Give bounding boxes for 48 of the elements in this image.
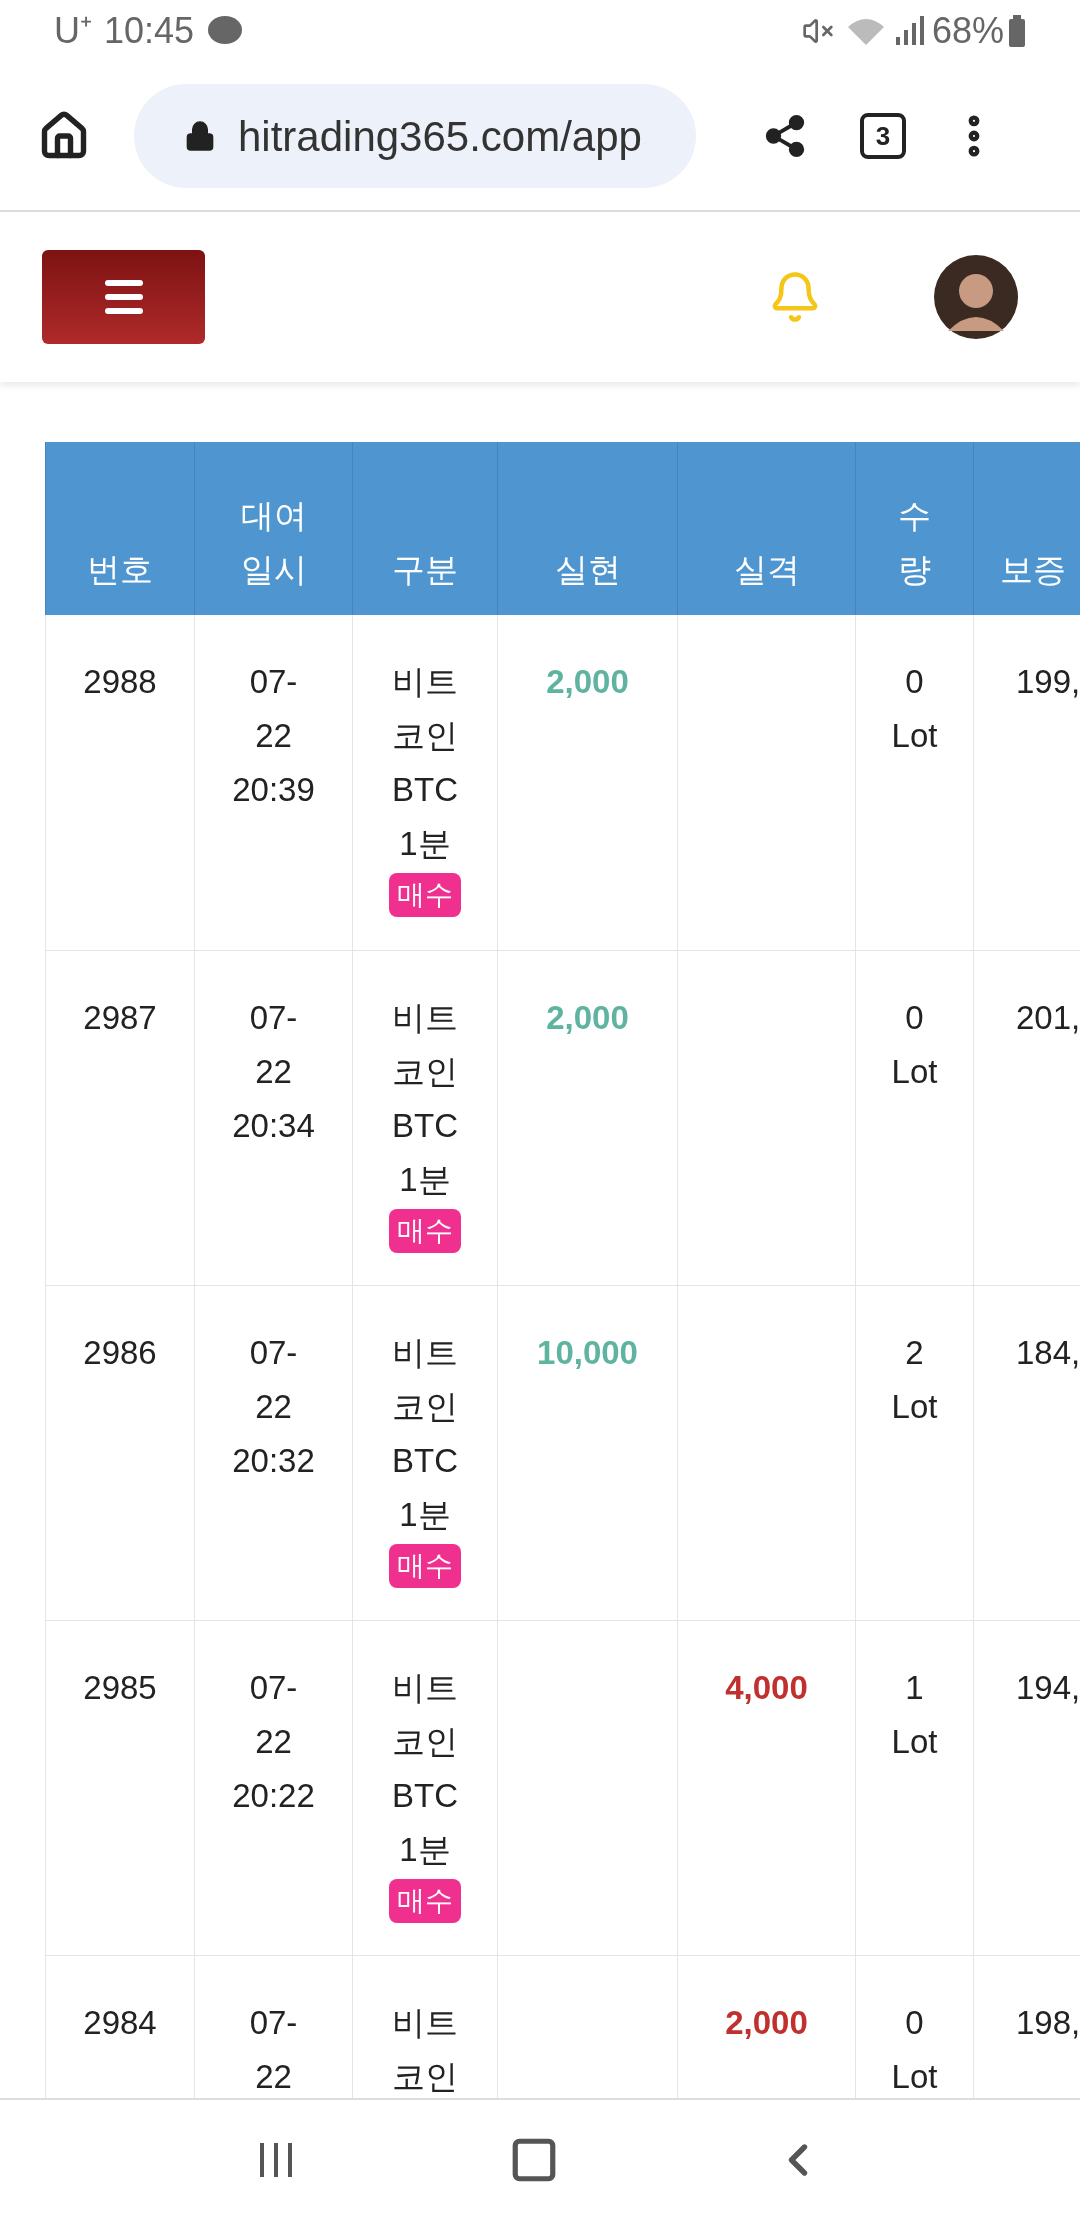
table-cell: 1 Lot bbox=[855, 1620, 974, 1955]
table-cell: 07- 22 20:32 bbox=[194, 1285, 353, 1620]
table-cell: 184, bbox=[973, 1285, 1080, 1620]
table-cell: 07- 22 20:39 bbox=[194, 615, 353, 950]
column-header: 수 량 bbox=[855, 442, 974, 615]
battery-icon bbox=[1008, 15, 1026, 47]
carrier-label: U⁺ bbox=[54, 9, 92, 53]
category-text: 비트 코인 BTC 1분 bbox=[392, 1667, 458, 1870]
battery-percent: 68% bbox=[931, 9, 1004, 53]
loss-amount: 4,000 bbox=[725, 1668, 808, 1706]
lock-icon bbox=[184, 120, 216, 152]
category-text: 비트 코인 bbox=[392, 2002, 458, 2097]
table-cell: 2985 bbox=[45, 1620, 195, 1955]
table-cell: 07- 22 20:22 bbox=[194, 1620, 353, 1955]
column-header: 실격 bbox=[677, 442, 856, 615]
table-cell: 201, bbox=[973, 950, 1080, 1285]
profit-amount: 2,000 bbox=[546, 663, 629, 700]
order-type-tag: 매수 bbox=[389, 1878, 461, 1923]
table-cell: 2988 bbox=[45, 615, 195, 950]
table-cell: 2986 bbox=[45, 1285, 195, 1620]
table-cell: 199, bbox=[973, 615, 1080, 950]
url-text: hitrading365.com/app bbox=[238, 111, 642, 162]
loss-amount: 2,000 bbox=[725, 2003, 808, 2041]
table-cell: 2 Lot bbox=[855, 1285, 974, 1620]
table-cell: 2987 bbox=[45, 950, 195, 1285]
avatar[interactable] bbox=[934, 255, 1018, 339]
signal-icon bbox=[893, 15, 924, 47]
menu-button[interactable] bbox=[42, 250, 205, 344]
order-type-tag: 매수 bbox=[389, 873, 461, 917]
column-header: 대여 일시 bbox=[194, 442, 353, 615]
address-bar[interactable]: hitrading365.com/app bbox=[134, 84, 696, 188]
table-cell: 0 Lot bbox=[855, 615, 974, 950]
tab-count-button[interactable]: 3 bbox=[860, 113, 906, 159]
column-header: 구분 bbox=[352, 442, 498, 615]
column-header: 번호 bbox=[45, 442, 195, 615]
category-text: 비트 코인 BTC 1분 bbox=[392, 1332, 458, 1535]
order-type-tag: 매수 bbox=[389, 1543, 461, 1588]
table-cell: 07- 22 20:34 bbox=[194, 950, 353, 1285]
profit-amount: 2,000 bbox=[546, 998, 629, 1036]
category-text: 비트 코인 BTC 1분 bbox=[392, 997, 458, 1200]
order-type-tag: 매수 bbox=[389, 1208, 461, 1253]
profit-amount: 10,000 bbox=[537, 1333, 638, 1371]
column-header: 보증 bbox=[973, 442, 1080, 615]
category-text: 비트 코인 BTC 1분 bbox=[392, 662, 458, 864]
clock-time: 10:45 bbox=[104, 9, 195, 53]
table-cell: 194, bbox=[973, 1620, 1080, 1955]
column-header: 실현 bbox=[497, 442, 678, 615]
table-cell: 0 Lot bbox=[855, 950, 974, 1285]
